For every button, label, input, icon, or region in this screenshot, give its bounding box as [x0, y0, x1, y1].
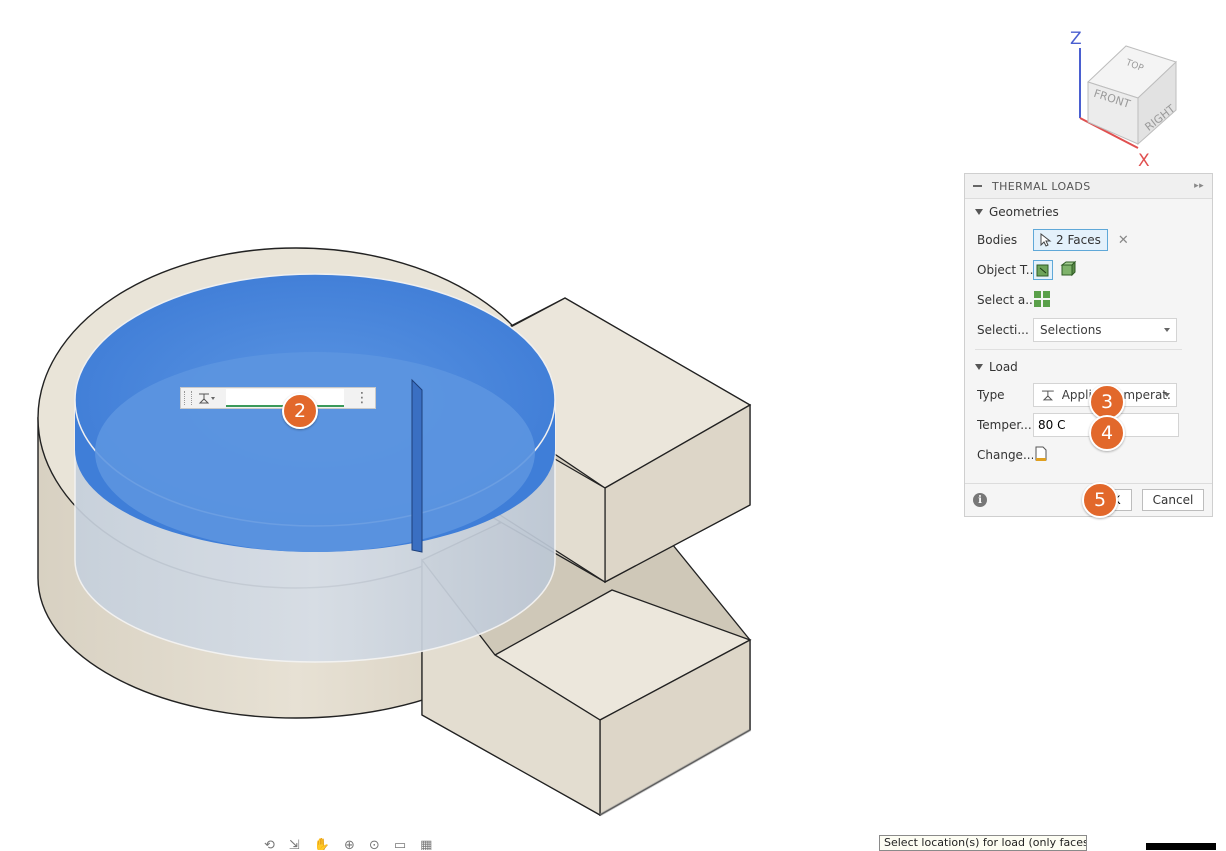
collapse-triangle-icon: [975, 364, 983, 370]
grid-settings-icon[interactable]: ▦: [420, 838, 432, 850]
type-label: Type: [977, 388, 1005, 402]
callout-badge: 5: [1082, 482, 1118, 518]
status-hint: Select location(s) for load (only faces)…: [879, 835, 1087, 851]
z-axis-label: Z: [1070, 29, 1082, 49]
chevron-down-icon: [1164, 393, 1170, 397]
selection-label: Selecti...: [977, 323, 1029, 337]
panel-title: THERMAL LOADS: [992, 179, 1091, 193]
select-all-row: Select a...: [965, 285, 1212, 315]
look-at-icon[interactable]: ⇲: [289, 838, 300, 850]
bodies-select-button[interactable]: 2 Faces: [1033, 229, 1108, 251]
bodies-label: Bodies: [977, 233, 1018, 247]
select-all-button[interactable]: [1033, 290, 1053, 310]
face-select-icon: [1036, 264, 1049, 277]
drag-grip-icon[interactable]: [184, 391, 192, 405]
chevron-down-icon: [1164, 328, 1170, 332]
body-select-mode-button[interactable]: [1059, 260, 1079, 280]
minimize-icon[interactable]: [973, 185, 982, 187]
change-points-button[interactable]: [1033, 445, 1053, 465]
temperature-load-icon: [1041, 390, 1054, 401]
pan-icon[interactable]: ✋: [314, 838, 330, 850]
navigation-toolbar: ⟲ ⇲ ✋ ⊕ ⊙ ▭ ▦: [258, 838, 472, 850]
geometries-section-toggle[interactable]: Geometries: [965, 199, 1212, 225]
callout-badge: 2: [282, 393, 318, 429]
collapse-triangle-icon: [975, 209, 983, 215]
temperature-load-icon: [198, 393, 215, 404]
selected-inner-faces[interactable]: [74, 273, 556, 663]
bodies-row: Bodies 2 Faces ✕: [965, 225, 1212, 255]
floating-load-toolbar: ⋮: [180, 387, 376, 409]
view-cube[interactable]: Z X TOP FRONT RIGHT: [1058, 26, 1198, 172]
document-icon: [1035, 446, 1047, 461]
panel-header: THERMAL LOADS ▸▸: [965, 174, 1212, 199]
thermal-loads-panel: THERMAL LOADS ▸▸ Geometries Bodies 2 Fac…: [964, 173, 1213, 517]
clear-selection-icon[interactable]: ✕: [1118, 233, 1129, 248]
cursor-arrow-icon: [1040, 233, 1052, 247]
expand-panel-icon[interactable]: ▸▸: [1194, 181, 1204, 191]
more-options-icon[interactable]: ⋮: [355, 391, 369, 405]
body-select-icon: [1060, 260, 1077, 277]
info-icon[interactable]: i: [973, 493, 987, 507]
selection-row: Selecti... Selections: [965, 315, 1212, 345]
orbit-icon[interactable]: ⟲: [264, 838, 275, 850]
selection-dropdown-value: Selections: [1040, 323, 1102, 337]
x-axis-label: X: [1138, 151, 1150, 171]
face-select-mode-button[interactable]: [1033, 260, 1053, 280]
zoom-icon[interactable]: ⊕: [344, 838, 355, 850]
temperature-label: Temper...: [977, 418, 1032, 432]
change-label: Change...: [977, 448, 1033, 462]
callout-badge: 4: [1089, 415, 1125, 451]
select-all-label: Select a...: [977, 293, 1033, 307]
display-settings-icon[interactable]: ▭: [394, 838, 406, 850]
black-bar: [1146, 843, 1216, 850]
grid-select-icon: [1034, 291, 1050, 307]
section-divider: [975, 349, 1182, 350]
cancel-button[interactable]: Cancel: [1142, 489, 1204, 511]
object-type-label: Object T...: [977, 263, 1033, 277]
bodies-selection-count: 2 Faces: [1056, 233, 1101, 247]
geometries-heading: Geometries: [989, 205, 1059, 219]
change-row: Change...: [965, 440, 1212, 470]
load-section-toggle[interactable]: Load: [965, 354, 1212, 380]
object-type-row: Object T...: [965, 255, 1212, 285]
load-type-dropdown[interactable]: [194, 389, 218, 407]
fit-icon[interactable]: ⊙: [369, 838, 380, 850]
load-heading: Load: [989, 360, 1018, 374]
selection-dropdown[interactable]: Selections: [1033, 318, 1177, 342]
